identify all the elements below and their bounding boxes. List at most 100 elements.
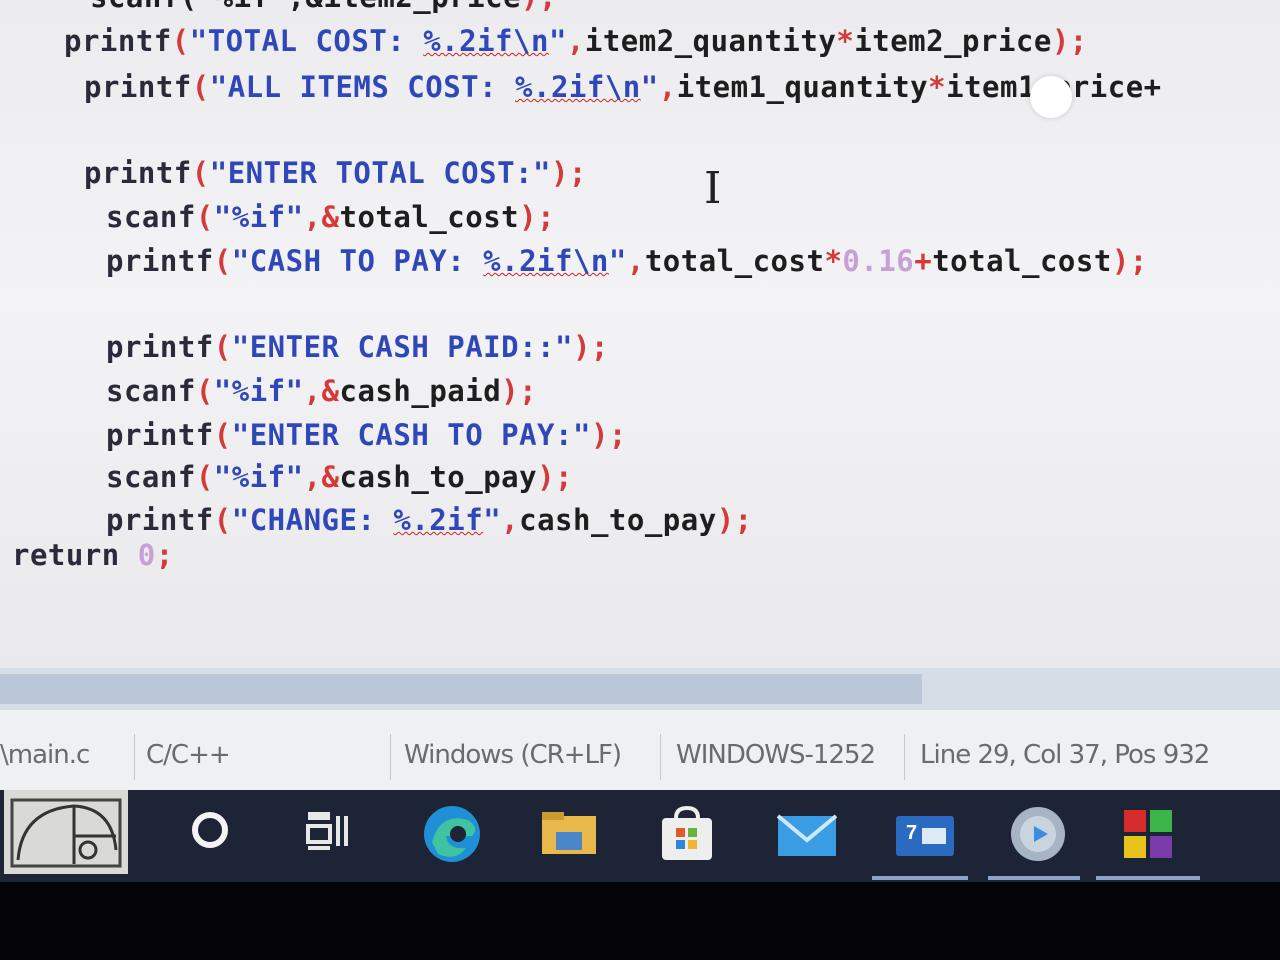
code-token: ( xyxy=(195,460,214,494)
code-token: "ENTER CASH TO PAY:" xyxy=(231,418,591,452)
code-token: "CASH TO PAY: xyxy=(231,244,484,278)
code-token: ( xyxy=(213,244,232,278)
code-token: ; xyxy=(155,538,174,572)
code-token: scanf xyxy=(106,200,196,234)
media-player-icon[interactable] xyxy=(1008,804,1068,864)
code-token: "TOTAL COST: xyxy=(189,24,424,58)
mail-icon[interactable] xyxy=(776,812,838,860)
code-token: printf xyxy=(106,503,214,537)
file-explorer-icon[interactable] xyxy=(540,810,598,856)
code-line[interactable]: printf("CASH TO PAY: %.2if\n",total_cost… xyxy=(106,244,1148,278)
code-token: %.2if\n xyxy=(483,244,609,278)
code-token: cash_to_pay xyxy=(519,503,717,537)
code-token: ); xyxy=(550,156,587,190)
code-line[interactable]: printf("CHANGE: %.2if",cash_to_pay); xyxy=(106,503,753,537)
status-line-endings[interactable]: Windows (CR+LF) xyxy=(404,740,622,770)
code-line[interactable]: return 0; xyxy=(12,538,174,572)
status-divider xyxy=(134,734,135,780)
code-token: ); xyxy=(519,200,556,234)
task-view-icon[interactable] xyxy=(304,806,352,854)
active-app-indicator xyxy=(988,876,1080,880)
code-token: ( xyxy=(195,200,214,234)
code-token: printf xyxy=(84,70,192,104)
code-line[interactable]: printf("ENTER TOTAL COST:"); xyxy=(84,156,587,190)
code-token: 0 xyxy=(137,538,156,572)
code-token: * xyxy=(824,244,843,278)
code-token: , xyxy=(566,24,585,58)
calendar-app-label: 7 xyxy=(906,822,918,844)
store-icon[interactable] xyxy=(658,805,716,862)
windows-taskbar: 7 xyxy=(0,790,1280,882)
code-token: ( xyxy=(213,330,232,364)
app-logo-icon[interactable] xyxy=(4,790,128,874)
scrollbar-thumb[interactable] xyxy=(0,674,922,704)
code-token: , xyxy=(658,70,677,104)
code-token: + xyxy=(914,244,933,278)
code-token: ); xyxy=(501,374,538,408)
active-app-indicator xyxy=(872,876,968,880)
code-token: "%if" xyxy=(213,374,304,408)
status-divider xyxy=(904,734,905,780)
status-divider xyxy=(660,734,661,780)
mouse-pointer-icon xyxy=(1030,76,1072,118)
code-token: total_cost xyxy=(644,244,825,278)
code-token: printf xyxy=(106,330,214,364)
calendar-grid-icon xyxy=(922,828,946,844)
code-line[interactable]: printf("ENTER CASH TO PAY:"); xyxy=(106,418,627,452)
status-language[interactable]: C/C++ xyxy=(146,740,231,770)
code-line[interactable]: scanf("%if",&total_cost); xyxy=(106,200,555,234)
code-token: " xyxy=(608,244,627,278)
status-encoding[interactable]: WINDOWS-1252 xyxy=(676,740,876,770)
status-cursor-position[interactable]: Line 29, Col 37, Pos 932 xyxy=(920,740,1210,770)
code-token: ( xyxy=(195,374,214,408)
color-squares-icon[interactable] xyxy=(1120,806,1176,862)
code-token: item2_price xyxy=(323,0,521,14)
code-token: " xyxy=(483,503,502,537)
code-token: printf xyxy=(84,156,192,190)
code-token: 0.16 xyxy=(842,244,915,278)
code-line[interactable]: scanf("%if",&cash_to_pay); xyxy=(106,460,573,494)
code-token: "ALL ITEMS COST: xyxy=(209,70,516,104)
code-token: " xyxy=(548,24,567,58)
search-circle-icon[interactable] xyxy=(190,810,230,850)
text-cursor-icon: I xyxy=(704,163,722,214)
code-editor[interactable]: scanf("%if",&item2_price); printf("TOTAL… xyxy=(0,0,1280,668)
code-line[interactable]: scanf("%if",&cash_paid); xyxy=(106,374,537,408)
horizontal-scrollbar[interactable] xyxy=(0,668,1280,710)
code-token: cash_paid xyxy=(339,374,502,408)
code-token: item2_price xyxy=(854,24,1052,58)
code-token: ); xyxy=(716,503,753,537)
active-app-indicator xyxy=(1096,876,1200,880)
code-token: cash_to_pay xyxy=(339,460,538,494)
code-token: ,& xyxy=(303,460,340,494)
code-line[interactable]: scanf("%if",&item2_price); xyxy=(90,0,557,14)
edge-icon[interactable] xyxy=(420,802,484,866)
code-token: "ENTER TOTAL COST:" xyxy=(209,156,551,190)
code-token: , xyxy=(501,503,520,537)
code-token: ); xyxy=(1051,24,1088,58)
code-token: " xyxy=(640,70,659,104)
code-token: ( xyxy=(171,24,190,58)
code-line[interactable]: printf("ENTER CASH PAID::"); xyxy=(106,330,609,364)
code-token: , xyxy=(626,244,645,278)
code-token: ( xyxy=(191,70,210,104)
code-token: return xyxy=(12,538,138,572)
code-token: ); xyxy=(537,460,573,494)
code-token: scanf xyxy=(106,460,196,494)
code-token: ); xyxy=(1111,244,1148,278)
code-token: * xyxy=(836,24,855,58)
screen-bezel xyxy=(0,882,1280,960)
code-token: printf xyxy=(106,244,214,278)
code-line[interactable]: printf("ALL ITEMS COST: %.2if\n",item1_q… xyxy=(84,70,1162,104)
code-token: ); xyxy=(521,0,557,14)
code-line[interactable]: printf("TOTAL COST: %.2if\n",item2_quant… xyxy=(64,24,1088,58)
code-token: scanf xyxy=(106,374,196,408)
code-token: ); xyxy=(590,418,627,452)
status-file-name: \main.c xyxy=(0,740,90,770)
calendar-app-icon[interactable]: 7 xyxy=(896,816,954,856)
code-token: printf xyxy=(64,24,172,58)
code-token: "CHANGE: xyxy=(231,503,394,537)
code-token: item1_quantity xyxy=(676,70,929,104)
code-token: total_cost xyxy=(932,244,1112,278)
code-token: item2_quantity xyxy=(584,24,837,58)
